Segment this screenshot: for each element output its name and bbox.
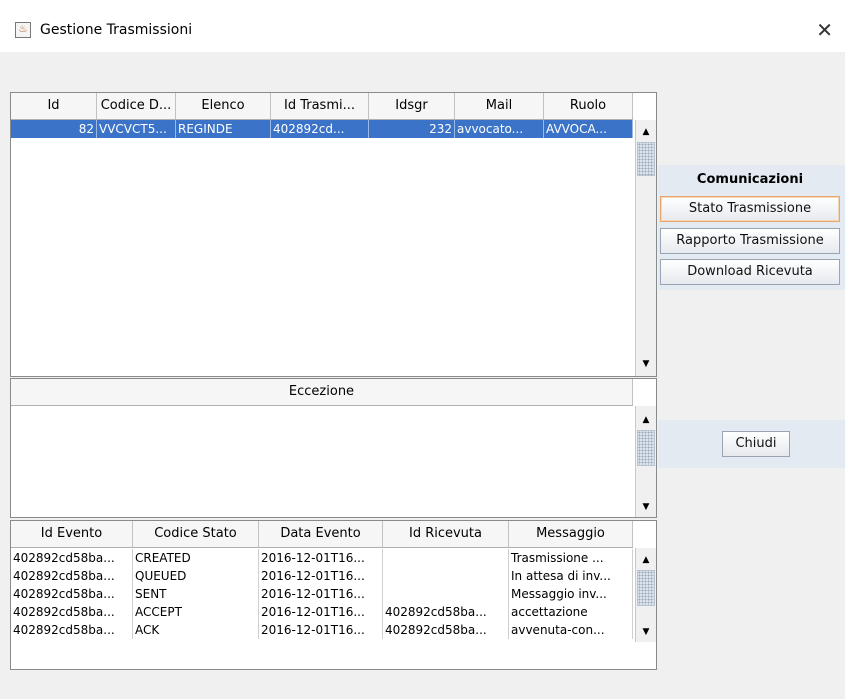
scroll-up-icon[interactable]: ▲ [636, 552, 656, 568]
cell-messaggio: avvenuta-con... [509, 621, 633, 639]
cell-codice-stato: ACCEPT [133, 603, 259, 621]
column-header-codice-stato[interactable]: Codice Stato [133, 521, 259, 547]
column-header-codice[interactable]: Codice D... [97, 93, 176, 119]
scroll-down-icon[interactable]: ▼ [636, 499, 656, 515]
stato-trasmissione-button[interactable]: Stato Trasmissione [660, 196, 840, 222]
chiudi-button[interactable]: Chiudi [722, 431, 790, 457]
cell-data-evento: 2016-12-01T16... [259, 549, 383, 567]
vertical-scrollbar[interactable]: ▲ ▼ [635, 406, 656, 517]
table-row[interactable]: 402892cd58ba... ACK 2016-12-01T16... 402… [11, 621, 633, 639]
scroll-down-icon[interactable]: ▼ [636, 356, 656, 372]
cell-codice-stato: SENT [133, 585, 259, 603]
cell-id-ricevuta: 402892cd58ba... [383, 603, 509, 621]
column-header-mail[interactable]: Mail [455, 93, 544, 119]
cell-codice: VVCVCT5... [97, 120, 176, 138]
cell-data-evento: 2016-12-01T16... [259, 585, 383, 603]
cell-id-ricevuta [383, 549, 509, 567]
eventi-table: Id Evento Codice Stato Data Evento Id Ri… [10, 520, 657, 670]
vertical-scrollbar[interactable]: ▲ ▼ [635, 548, 656, 642]
cell-codice-stato: ACK [133, 621, 259, 639]
table-row[interactable]: 402892cd58ba... ACCEPT 2016-12-01T16... … [11, 603, 633, 621]
trasmissioni-table: Id Codice D... Elenco Id Trasmi... Idsgr… [10, 92, 657, 377]
eccezione-table: Eccezione ▲ ▼ [10, 378, 657, 518]
cell-id-evento: 402892cd58ba... [11, 567, 133, 585]
cell-messaggio: Messaggio inv... [509, 585, 633, 603]
title-bar: ♨ Gestione Trasmissioni ✕ [0, 0, 845, 52]
cell-id-ricevuta [383, 567, 509, 585]
column-header-elenco[interactable]: Elenco [176, 93, 271, 119]
column-header-ruolo[interactable]: Ruolo [544, 93, 633, 119]
scroll-up-icon[interactable]: ▲ [636, 412, 656, 428]
cell-elenco: REGINDE [176, 120, 271, 138]
window-title: Gestione Trasmissioni [40, 22, 193, 38]
scroll-thumb[interactable] [637, 570, 655, 606]
close-icon[interactable]: ✕ [816, 18, 833, 42]
vertical-scrollbar[interactable]: ▲ ▼ [635, 120, 656, 376]
column-header-id-trasmissione[interactable]: Id Trasmi... [271, 93, 369, 119]
cell-ruolo: AVVOCA... [544, 120, 633, 138]
column-header-eccezione[interactable]: Eccezione [11, 379, 633, 405]
cell-id-evento: 402892cd58ba... [11, 603, 133, 621]
cell-mail: avvocato... [455, 120, 544, 138]
rapporto-trasmissione-button[interactable]: Rapporto Trasmissione [660, 228, 840, 254]
cell-data-evento: 2016-12-01T16... [259, 603, 383, 621]
cell-messaggio: accettazione [509, 603, 633, 621]
table-row[interactable]: 402892cd58ba... CREATED 2016-12-01T16...… [11, 549, 633, 567]
table-header: Id Codice D... Elenco Id Trasmi... Idsgr… [11, 93, 633, 120]
cell-id: 82 [11, 120, 97, 138]
cell-codice-stato: CREATED [133, 549, 259, 567]
table-row[interactable]: 402892cd58ba... SENT 2016-12-01T16... Me… [11, 585, 633, 603]
cell-data-evento: 2016-12-01T16... [259, 567, 383, 585]
cell-id-evento: 402892cd58ba... [11, 585, 133, 603]
table-header: Eccezione [11, 379, 633, 406]
cell-id-evento: 402892cd58ba... [11, 549, 133, 567]
comunicazioni-label: Comunicazioni [696, 172, 804, 187]
column-header-id-evento[interactable]: Id Evento [11, 521, 133, 547]
column-header-id-ricevuta[interactable]: Id Ricevuta [383, 521, 509, 547]
cell-id-ricevuta [383, 585, 509, 603]
column-header-id[interactable]: Id [11, 93, 97, 119]
column-header-data-evento[interactable]: Data Evento [259, 521, 383, 547]
column-header-idsgr[interactable]: Idsgr [369, 93, 455, 119]
column-header-messaggio[interactable]: Messaggio [509, 521, 633, 547]
table-row[interactable]: 82 VVCVCT5... REGINDE 402892cd... 232 av… [11, 120, 633, 138]
cell-idsgr: 232 [369, 120, 455, 138]
cell-id-trasmissione: 402892cd... [271, 120, 369, 138]
cell-id-evento: 402892cd58ba... [11, 621, 133, 639]
cell-codice-stato: QUEUED [133, 567, 259, 585]
java-cup-icon: ♨ [15, 22, 31, 38]
download-ricevuta-button[interactable]: Download Ricevuta [660, 259, 840, 285]
cell-messaggio: In attesa di inv... [509, 567, 633, 585]
table-row[interactable]: 402892cd58ba... QUEUED 2016-12-01T16... … [11, 567, 633, 585]
cell-messaggio: Trasmissione ... [509, 549, 633, 567]
scroll-down-icon[interactable]: ▼ [636, 624, 656, 640]
scroll-thumb[interactable] [637, 142, 655, 176]
scroll-thumb[interactable] [637, 430, 655, 466]
scroll-up-icon[interactable]: ▲ [636, 124, 656, 140]
cell-id-ricevuta: 402892cd58ba... [383, 621, 509, 639]
table-header: Id Evento Codice Stato Data Evento Id Ri… [11, 521, 633, 548]
cell-data-evento: 2016-12-01T16... [259, 621, 383, 639]
